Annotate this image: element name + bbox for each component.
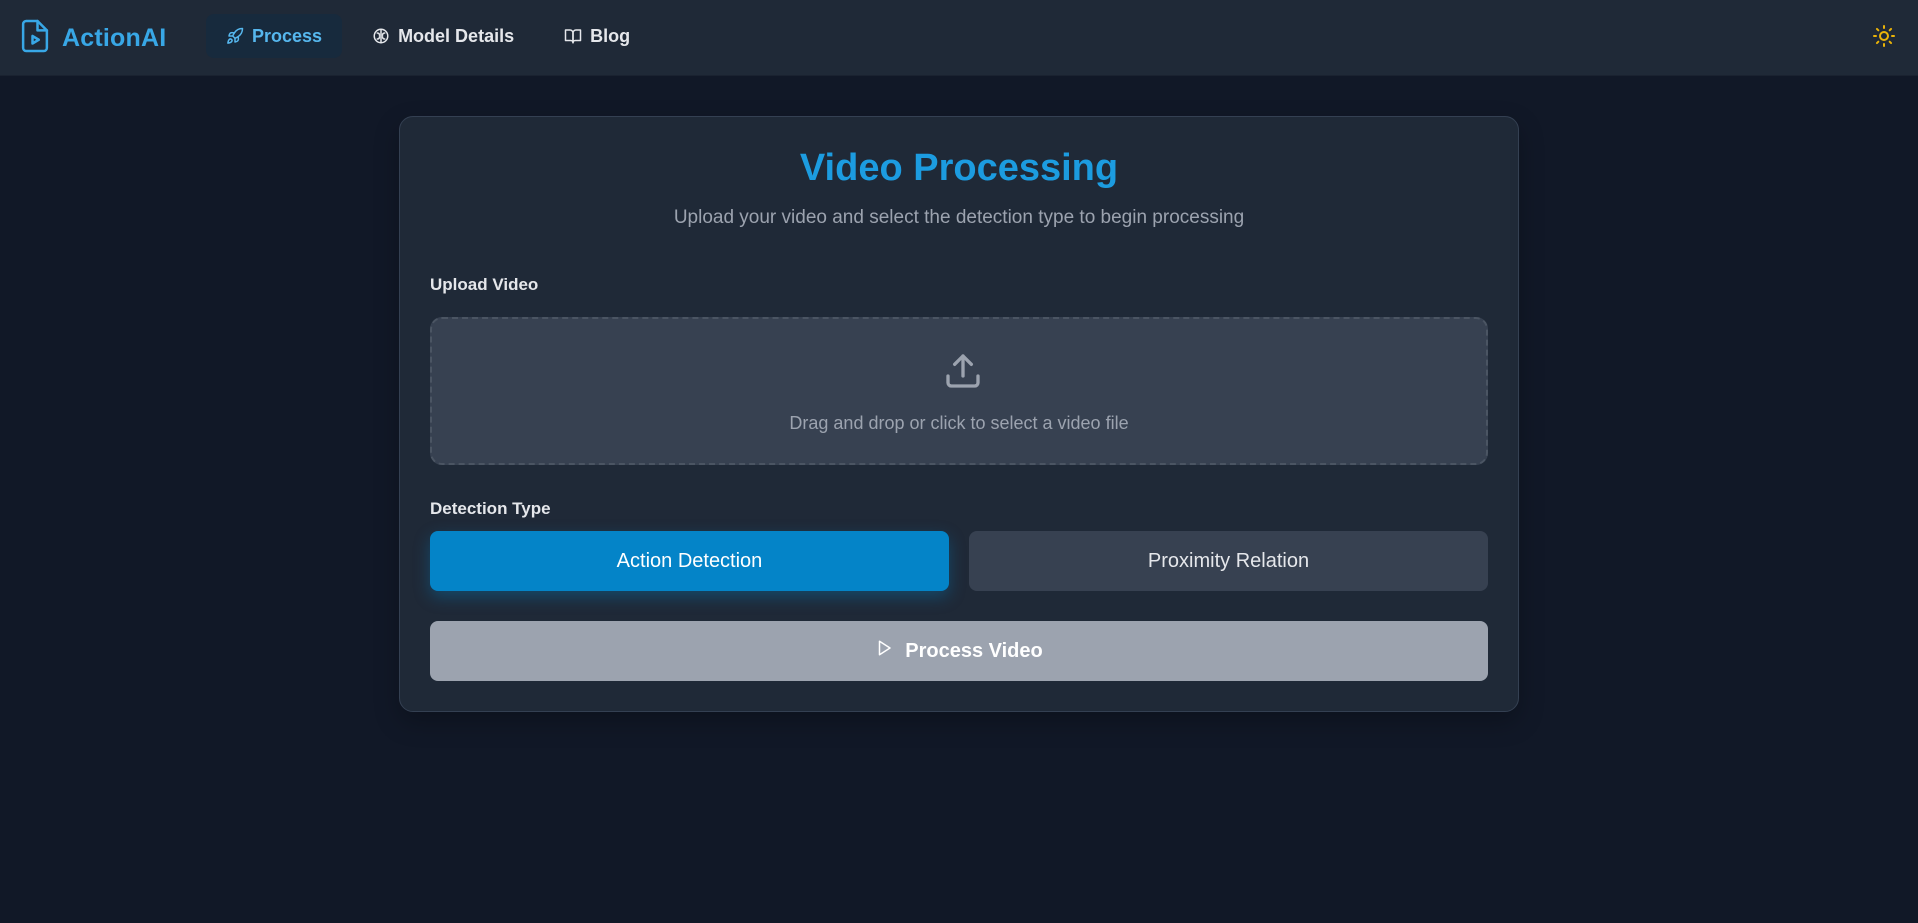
- button-label: Process Video: [905, 639, 1043, 662]
- nav-links: Process Model Details Blog: [206, 14, 650, 58]
- nav-label: Model Details: [398, 25, 515, 46]
- upload-video-label: Upload Video: [430, 275, 539, 294]
- video-processing-card: Video Processing Upload your video and s…: [399, 116, 1519, 712]
- process-video-button[interactable]: Process Video: [430, 621, 1488, 681]
- button-label: Proximity Relation: [1147, 549, 1310, 572]
- detection-type-label: Detection Type: [430, 499, 551, 518]
- file-video-icon: [20, 19, 50, 58]
- proximity-relation-button[interactable]: Proximity Relation: [969, 531, 1488, 591]
- top-navbar: ActionAI Process Model Details Blog: [0, 0, 1918, 76]
- book-open-icon: [564, 27, 582, 45]
- brand-name: ActionAI: [62, 23, 167, 52]
- brand-logo-link[interactable]: ActionAI: [20, 18, 166, 58]
- rocket-icon: [226, 27, 244, 45]
- upload-icon: [943, 351, 983, 391]
- page-subtitle: Upload your video and select the detecti…: [673, 207, 1245, 228]
- dropzone-text: Drag and drop or click to select a video…: [789, 413, 1129, 433]
- button-label: Action Detection: [616, 549, 763, 572]
- nav-label: Process: [252, 25, 323, 46]
- nav-item-process[interactable]: Process: [206, 14, 343, 58]
- play-icon: [875, 639, 893, 663]
- page-title: Video Processing: [799, 147, 1119, 189]
- brain-icon: [372, 27, 390, 45]
- theme-toggle-button[interactable]: [1868, 22, 1900, 54]
- nav-item-model-details[interactable]: Model Details: [352, 14, 534, 58]
- action-detection-button[interactable]: Action Detection: [430, 531, 949, 591]
- nav-label: Blog: [590, 25, 631, 46]
- nav-item-blog[interactable]: Blog: [544, 14, 650, 58]
- video-dropzone[interactable]: Drag and drop or click to select a video…: [430, 317, 1488, 465]
- sun-icon: [1872, 24, 1896, 53]
